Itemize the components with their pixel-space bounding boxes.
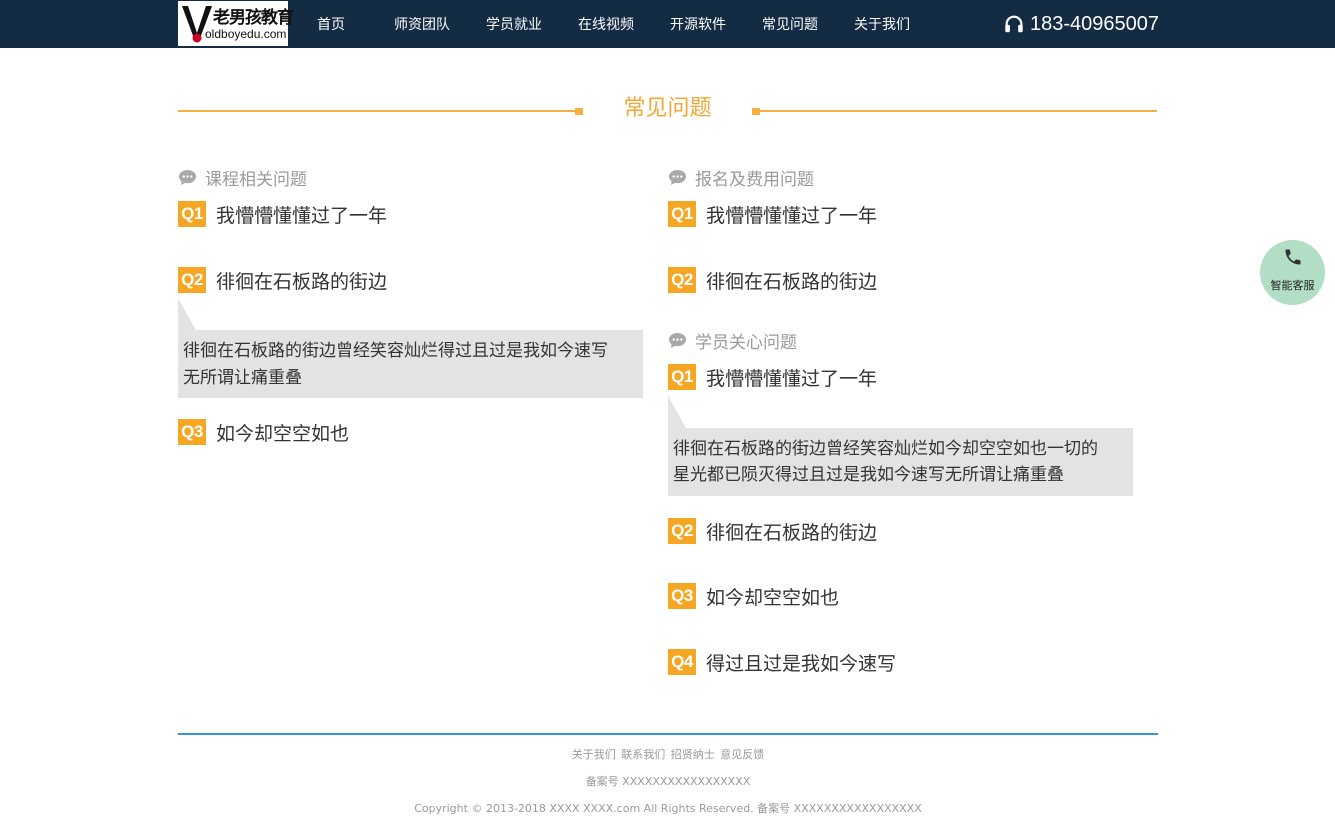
footer-divider [178, 733, 1158, 735]
nav-employment[interactable]: 学员就业 [486, 14, 542, 34]
nav-open-source[interactable]: 开源软件 [670, 14, 726, 34]
smart-service-label: 智能客服 [1270, 279, 1315, 292]
section-fees-title: 报名及费用问题 [695, 169, 814, 190]
question-text: 我懵懵懂懂过了一年 [216, 204, 388, 227]
question-badge: Q1 [178, 201, 206, 227]
question-badge: Q4 [668, 649, 696, 675]
phone-number: 183-40965007 [1030, 12, 1160, 35]
nav-videos[interactable]: 在线视频 [578, 14, 634, 34]
question-text: 得过且过是我如今速写 [706, 652, 897, 675]
question-text: 徘徊在石板路的街边 [706, 270, 878, 293]
logo-text-cn: 老男孩教育 [213, 8, 294, 28]
faq-question[interactable]: Q2 徘徊在石板路的街边 [178, 267, 387, 293]
nav-faq[interactable]: 常见问题 [762, 14, 818, 34]
question-badge: Q2 [668, 518, 696, 544]
logo-text-en: oldboyedu.com [205, 27, 287, 41]
answer-line: 无所谓让痛重叠 [183, 368, 302, 388]
footer-link-careers[interactable]: 招贤纳士 [671, 748, 715, 761]
nav-about[interactable]: 关于我们 [854, 14, 910, 34]
answer-pointer [178, 298, 196, 330]
faq-question[interactable]: Q3 如今却空空如也 [668, 583, 839, 609]
headphones-icon [1005, 15, 1023, 33]
faq-question[interactable]: Q1 我懵懵懂懂过了一年 [668, 364, 877, 390]
chat-bubble-icon [669, 169, 686, 185]
answer-line: 徘徊在石板路的街边曾经笑容灿烂如今却空空如也一切的 [673, 439, 1098, 459]
site-logo[interactable]: 老男孩教育 oldboyedu.com [178, 1, 294, 46]
footer-link-contact[interactable]: 联系我们 [621, 748, 665, 761]
answer-pointer [668, 396, 686, 428]
question-badge: Q2 [178, 267, 206, 293]
faq-answer: 徘徊在石板路的街边曾经笑容灿烂如今却空空如也一切的 星光都已陨灭得过且过是我如今… [668, 396, 1133, 496]
question-text: 如今却空空如也 [216, 422, 350, 445]
nav-home[interactable]: 首页 [317, 14, 345, 34]
question-badge: Q3 [668, 583, 696, 609]
footer-links: 关于我们 联系我们 招贤纳士 意见反馈 [178, 746, 1158, 762]
chat-bubble-icon [669, 332, 686, 348]
phone-icon [1285, 249, 1301, 265]
answer-line: 星光都已陨灭得过且过是我如今速写无所谓让痛重叠 [673, 465, 1064, 485]
faq-question[interactable]: Q1 我懵懵懂懂过了一年 [178, 201, 387, 227]
title-divider-dot-left [575, 108, 583, 115]
section-fees-heading: 报名及费用问题 [668, 166, 814, 190]
nav-teachers[interactable]: 师资团队 [394, 14, 450, 34]
question-text: 徘徊在石板路的街边 [216, 270, 388, 293]
answer-line: 徘徊在石板路的街边曾经笑容灿烂得过且过是我如今速写 [183, 341, 608, 361]
faq-question[interactable]: Q4 得过且过是我如今速写 [668, 649, 896, 675]
question-text: 我懵懵懂懂过了一年 [706, 367, 878, 390]
section-course-heading: 课程相关问题 [178, 166, 307, 190]
question-text: 我懵懵懂懂过了一年 [706, 204, 878, 227]
footer-copyright: Copyright © 2013-2018 XXXX XXXX.com All … [414, 802, 922, 815]
question-text: 徘徊在石板路的街边 [706, 521, 878, 544]
faq-question[interactable]: Q3 如今却空空如也 [178, 419, 349, 445]
page-title: 常见问题 [623, 96, 712, 121]
title-divider-left [178, 110, 583, 112]
footer-link-about[interactable]: 关于我们 [572, 748, 616, 761]
faq-question[interactable]: Q2 徘徊在石板路的街边 [668, 267, 877, 293]
footer-link-feedback[interactable]: 意见反馈 [720, 748, 764, 761]
top-navbar: 老男孩教育 oldboyedu.com 首页 师资团队 学员就业 在线视频 开源… [0, 0, 1335, 48]
section-students-title: 学员关心问题 [695, 332, 797, 353]
faq-answer: 徘徊在石板路的街边曾经笑容灿烂得过且过是我如今速写 无所谓让痛重叠 [178, 298, 643, 398]
section-course-title: 课程相关问题 [205, 169, 307, 190]
question-text: 如今却空空如也 [706, 586, 840, 609]
title-divider-right [752, 110, 1157, 112]
smart-service-button[interactable]: 智能客服 [1260, 240, 1325, 305]
question-badge: Q1 [668, 201, 696, 227]
question-badge: Q3 [178, 419, 206, 445]
footer-icp: 备案号 XXXXXXXXXXXXXXXXX [585, 775, 751, 788]
faq-question[interactable]: Q1 我懵懵懂懂过了一年 [668, 201, 877, 227]
section-students-heading: 学员关心问题 [668, 329, 797, 353]
question-badge: Q1 [668, 364, 696, 390]
faq-question[interactable]: Q2 徘徊在石板路的街边 [668, 518, 877, 544]
phone-contact: 183-40965007 [1003, 10, 1159, 38]
question-badge: Q2 [668, 267, 696, 293]
chat-bubble-icon [179, 169, 196, 185]
